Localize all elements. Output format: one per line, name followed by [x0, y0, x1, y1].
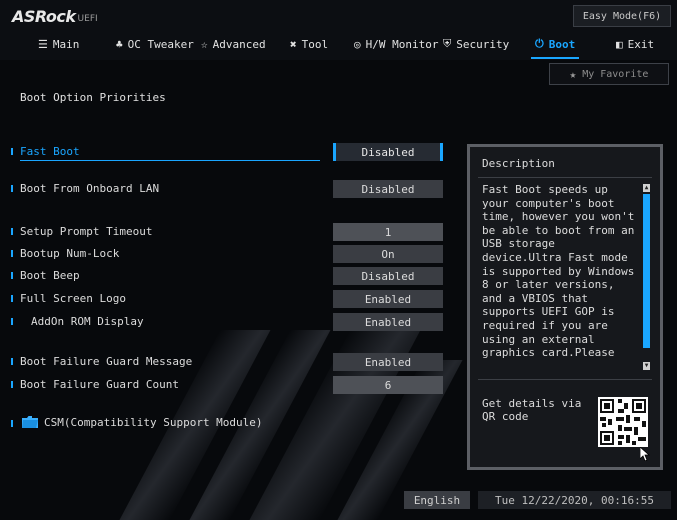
option-label: Boot Failure Guard Count	[20, 378, 179, 391]
option-addon-rom-display[interactable]: AddOn ROM Display Enabled	[0, 313, 460, 331]
option-value[interactable]: Enabled	[333, 290, 443, 308]
star-icon: ☆	[201, 37, 208, 51]
divider	[478, 379, 652, 380]
tab-label: Main	[52, 37, 80, 51]
option-bootup-num-lock[interactable]: Bootup Num-Lock On	[0, 245, 460, 263]
scroll-thumb[interactable]	[643, 194, 650, 348]
option-value[interactable]: Enabled	[333, 353, 443, 371]
csm-submenu[interactable]: CSM(Compatibility Support Module)	[0, 414, 300, 432]
bullet	[11, 250, 13, 257]
option-label: Boot From Onboard LAN	[20, 182, 160, 195]
tab-label: OC Tweaker	[127, 37, 194, 51]
bullet	[11, 318, 13, 325]
bullet	[11, 272, 13, 279]
option-value[interactable]: Disabled	[333, 143, 443, 161]
tab-advanced[interactable]: ☆ Advanced	[201, 33, 266, 55]
tab-label: H/W Monitor	[365, 37, 439, 51]
tab-label: Boot	[548, 37, 576, 51]
star-icon: ★	[569, 67, 577, 81]
option-value[interactable]: 1	[333, 223, 443, 241]
bullet	[11, 381, 13, 388]
page-title: Boot Option Priorities	[20, 91, 166, 104]
mouse-cursor-icon	[640, 447, 650, 461]
scroll-down-icon[interactable]: ▼	[643, 362, 650, 370]
option-fast-boot[interactable]: Fast Boot Disabled	[0, 143, 460, 161]
tab-main[interactable]: ☰ Main	[38, 33, 79, 55]
tab-label: Advanced	[212, 37, 266, 51]
option-boot-failure-guard-count[interactable]: Boot Failure Guard Count 6	[0, 376, 460, 394]
easy-mode-button[interactable]: Easy Mode(F6)	[573, 5, 671, 27]
tab-exit[interactable]: ◧ Exit	[616, 33, 654, 55]
option-label: Boot Beep	[20, 269, 80, 282]
brand-name: ASRock	[12, 7, 76, 26]
option-value[interactable]: 6	[333, 376, 443, 394]
language-button[interactable]: English	[404, 491, 470, 509]
tab-hw-monitor[interactable]: ◎ H/W Monitor	[354, 33, 438, 55]
option-label: Fast Boot	[20, 145, 80, 158]
tab-security[interactable]: ⛨ Security	[443, 33, 509, 55]
csm-label: CSM(Compatibility Support Module)	[44, 416, 263, 429]
divider	[478, 177, 652, 178]
exit-icon: ◧	[616, 37, 623, 51]
shield-icon: ⛨	[443, 37, 452, 50]
bullet	[11, 358, 13, 365]
rocket-icon: ♣	[116, 37, 123, 51]
option-label: Setup Prompt Timeout	[20, 225, 153, 238]
option-boot-failure-guard-message[interactable]: Boot Failure Guard Message Enabled	[0, 353, 460, 371]
tab-oc-tweaker[interactable]: ♣ OC Tweaker	[116, 33, 194, 55]
option-label: Full Screen Logo	[20, 292, 126, 305]
option-label: Bootup Num-Lock	[20, 247, 120, 260]
option-setup-prompt-timeout[interactable]: Setup Prompt Timeout 1	[0, 223, 460, 241]
main-menu: ☰ Main ♣ OC Tweaker ☆ Advanced ✖ Tool ◎ H/W M…	[0, 33, 677, 59]
monitor-icon: ◎	[354, 37, 361, 51]
qr-caption: Get details via QR code	[482, 397, 582, 423]
option-label: Boot Failure Guard Message	[20, 355, 193, 368]
scroll-up-icon[interactable]: ▲	[643, 184, 650, 192]
option-value[interactable]: Disabled	[333, 180, 443, 198]
power-icon: ⏻	[535, 37, 544, 50]
favorite-label: My Favorite	[582, 68, 649, 80]
description-panel: Description Fast Boot speeds up your com…	[467, 144, 663, 470]
option-value[interactable]: Disabled	[333, 267, 443, 285]
bullet	[11, 185, 13, 192]
bullet	[11, 420, 13, 427]
qr-code-icon	[598, 397, 648, 447]
description-scrollbar[interactable]: ▲ ▼	[643, 184, 650, 370]
top-bar: ASRock UEFI Easy Mode(F6) ☰ Main ♣ OC Twea…	[0, 0, 677, 60]
option-label: AddOn ROM Display	[31, 315, 144, 328]
option-value[interactable]: On	[333, 245, 443, 263]
brand-suffix: UEFI	[77, 14, 98, 24]
tab-label: Exit	[627, 37, 655, 51]
my-favorite-button[interactable]: ★ My Favorite	[549, 63, 669, 85]
bullet	[11, 295, 13, 302]
bullet	[11, 228, 13, 235]
selection-underline	[20, 160, 320, 161]
tab-label: Tool	[301, 37, 329, 51]
option-boot-from-onboard-lan[interactable]: Boot From Onboard LAN Disabled	[0, 180, 460, 198]
list-icon: ☰	[38, 37, 48, 51]
folder-icon	[22, 416, 38, 428]
option-value[interactable]: Enabled	[333, 313, 443, 331]
option-boot-beep[interactable]: Boot Beep Disabled	[0, 267, 460, 285]
option-full-screen-logo[interactable]: Full Screen Logo Enabled	[0, 290, 460, 308]
description-text: Fast Boot speeds up your computer's boot…	[482, 183, 635, 361]
tools-icon: ✖	[290, 37, 297, 51]
tab-tool[interactable]: ✖ Tool	[290, 33, 328, 55]
bullet	[11, 148, 13, 155]
datetime-display: Tue 12/22/2020, 00:16:55	[478, 491, 671, 509]
tab-label: Security	[456, 37, 510, 51]
tab-boot[interactable]: ⏻ Boot	[530, 33, 580, 59]
asrock-logo: ASRock UEFI	[12, 6, 98, 26]
description-title: Description	[482, 157, 555, 170]
